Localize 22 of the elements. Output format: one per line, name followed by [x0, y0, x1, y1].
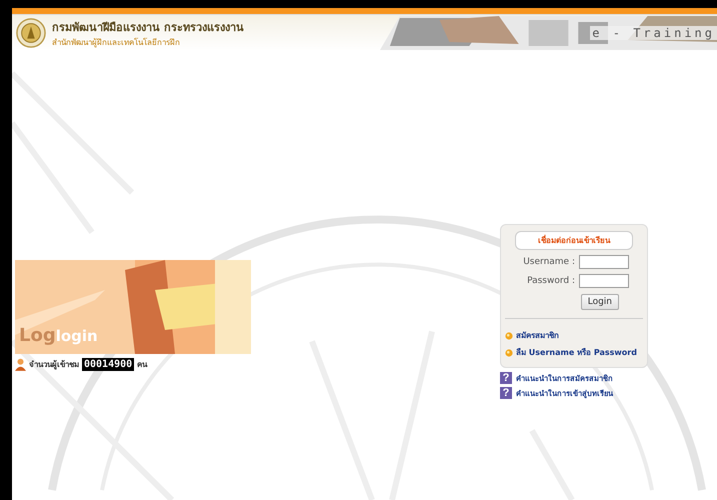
organization-subtitle: สำนักพัฒนาผู้ฝึกและเทคโนโลยีการฝึก [52, 36, 181, 48]
visitor-unit: คน [137, 359, 148, 371]
panel-heading: เชื่อมต่อก่อนเข้าเรียน [515, 231, 633, 250]
banner-text: login [56, 327, 98, 345]
banner-faded-text: Log [19, 325, 56, 346]
emblem-icon [16, 18, 46, 48]
field-label: Password : [527, 276, 575, 286]
panel-link[interactable]: สมัครสมาชิก [516, 329, 559, 342]
organization-title: กรมพัฒนาฝีมือแรงงาน กระทรวงแรงงาน [52, 20, 244, 36]
login-button[interactable]: Login [580, 294, 619, 310]
panel-link[interactable]: ลืม Username หรือ Password [516, 346, 637, 359]
visitor-counter: 00014900 [82, 358, 134, 371]
visitor-label: จำนวนผู้เข้าชม [29, 359, 79, 371]
help-icon: ? [500, 372, 512, 384]
person-icon [15, 358, 26, 371]
input-field[interactable] [579, 274, 629, 288]
field-label: Username : [523, 257, 575, 267]
help-icon: ? [500, 387, 512, 399]
input-field[interactable] [579, 255, 629, 269]
banner-title: e - Training [590, 26, 717, 40]
bullet-icon [505, 332, 513, 340]
bullet-icon [505, 348, 513, 356]
